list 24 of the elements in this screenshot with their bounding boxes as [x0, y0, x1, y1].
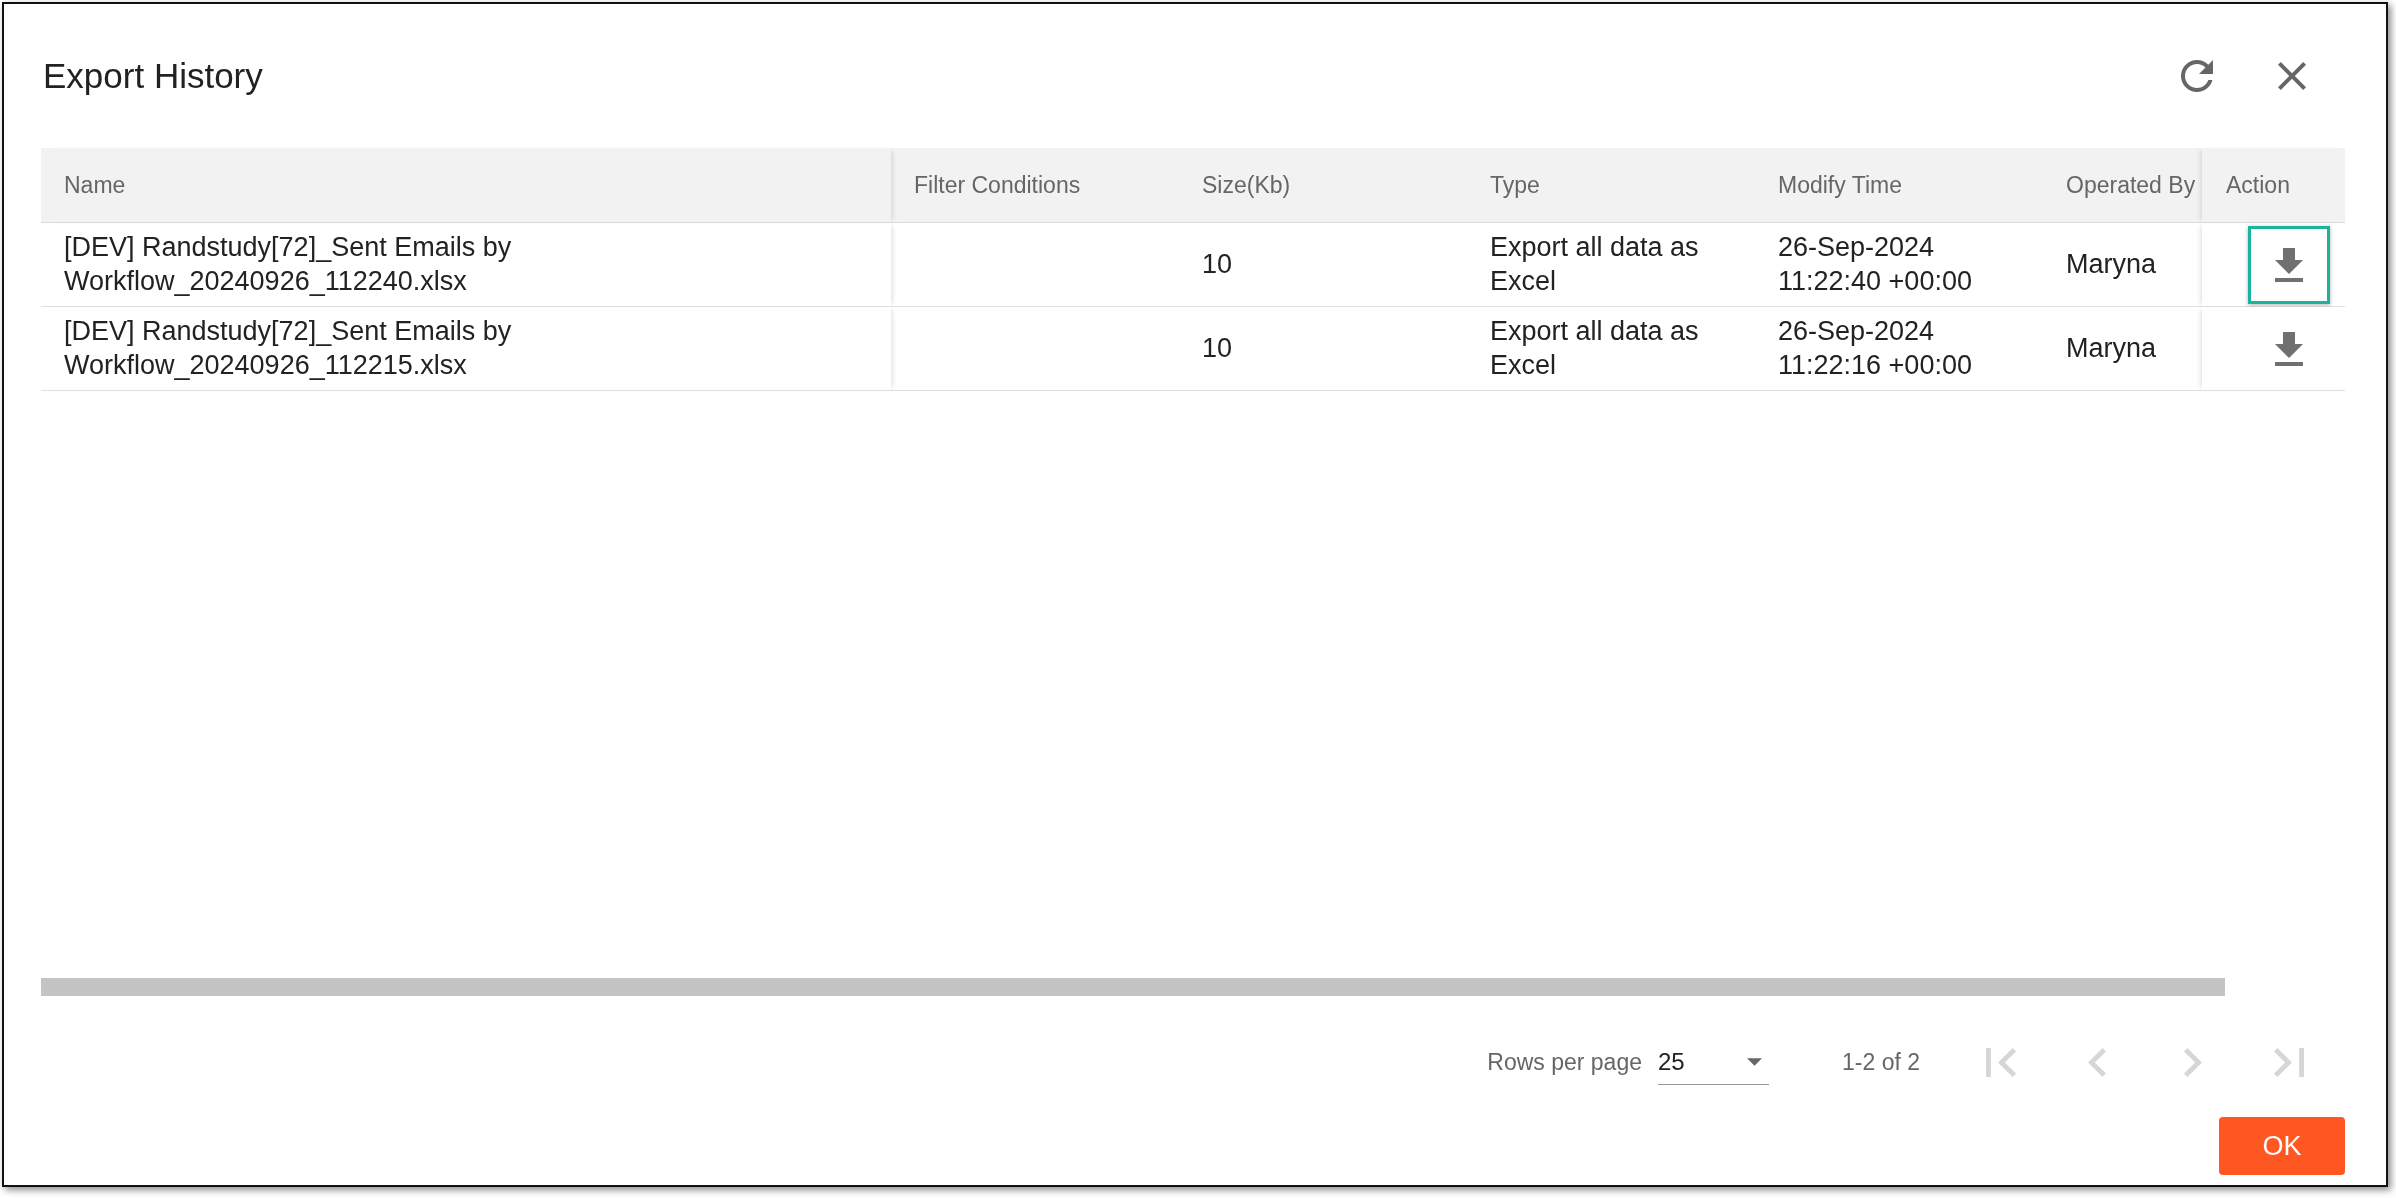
- scrollbar-thumb[interactable]: [41, 978, 2225, 996]
- page-range-text: 1-2 of 2: [1842, 1048, 1920, 1076]
- column-header: Type: [1467, 148, 1755, 223]
- column-header: Name: [41, 148, 891, 223]
- column-header: Operated By: [2043, 148, 2202, 223]
- rows-per-page-label: Rows per page: [1487, 1048, 1642, 1076]
- rows-per-page-select[interactable]: 25: [1658, 1039, 1769, 1085]
- download-button[interactable]: [2248, 225, 2330, 304]
- download-icon: [2275, 331, 2303, 366]
- column-header: Modify Time: [1755, 148, 2043, 223]
- first-page-icon: [1986, 1047, 2016, 1077]
- column-header: Filter Conditions: [891, 148, 1179, 223]
- refresh-icon: [2181, 60, 2213, 92]
- chevron-left-icon: [2088, 1047, 2106, 1077]
- table-cell: [DEV] Randstudy[72]_Sent Emails by Workflow_20240926_112215.xlsx: [41, 307, 891, 391]
- close-icon: [2278, 62, 2306, 90]
- table-cell: [DEV] Randstudy[72]_Sent Emails by Workflow_20240926_112240.xlsx: [41, 223, 891, 307]
- last-page-icon: [2274, 1047, 2304, 1077]
- chevron-right-icon: [2184, 1047, 2202, 1077]
- dialog-title: Export History: [43, 56, 264, 96]
- download-icon: [2275, 247, 2303, 282]
- caret-icon: [1747, 1057, 1762, 1066]
- column-header: Size(Kb): [1179, 148, 1467, 223]
- column-header: Action: [2202, 148, 2345, 223]
